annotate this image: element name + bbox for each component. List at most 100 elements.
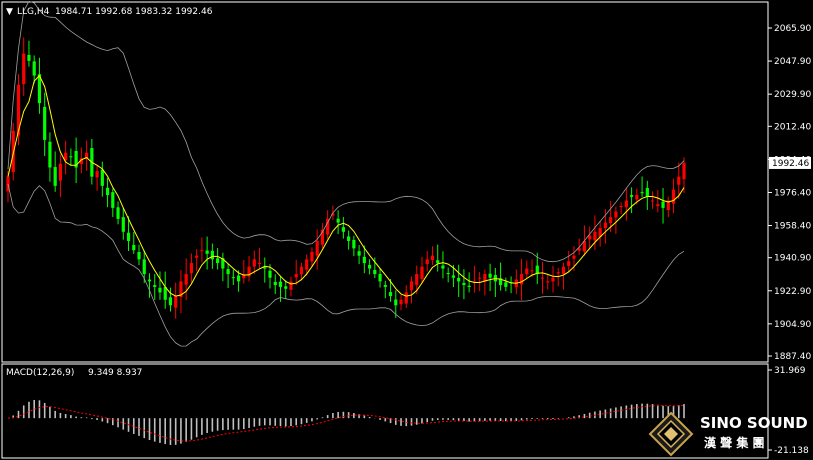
bull-candle <box>551 277 555 282</box>
bull-candle <box>420 266 424 280</box>
bull-candle <box>200 250 204 252</box>
trading-chart: 2065.902047.902029.902012.401994.401976.… <box>1 0 811 459</box>
macd-tick-label: -21.138 <box>774 446 809 456</box>
bull-candle <box>310 251 314 262</box>
bear-candle <box>27 54 31 61</box>
bull-candle <box>546 281 550 283</box>
bear-candle <box>100 169 104 186</box>
current-price-label: 1992.46 <box>772 159 809 169</box>
price-tick-label: 2029.90 <box>774 90 811 100</box>
price-tick-label: 1976.40 <box>774 188 811 198</box>
price-tick-label: 2065.90 <box>774 24 811 34</box>
bear-candle <box>273 281 277 286</box>
bull-candle <box>189 263 194 274</box>
bull-candle <box>635 195 639 200</box>
bear-candle <box>236 275 241 282</box>
bear-candle <box>467 285 471 287</box>
bull-candle <box>22 53 26 85</box>
bear-candle <box>231 277 235 279</box>
bull-candle <box>95 171 99 178</box>
bull-candle <box>671 189 676 204</box>
bull-candle <box>399 299 403 305</box>
bull-candle <box>299 266 304 275</box>
macd-signal-line <box>7 404 685 442</box>
bull-candle <box>525 268 529 275</box>
symbol-dropdown-icon[interactable]: ▼ <box>6 7 13 17</box>
symbol-label: LLG,H4 <box>17 7 50 17</box>
bear-candle <box>142 259 146 275</box>
bear-candle <box>126 232 131 241</box>
bull-candle <box>572 255 576 259</box>
bear-candle <box>645 187 649 197</box>
logo-name: SINO SOUND <box>700 414 808 432</box>
price-tick-label: 1958.40 <box>774 222 811 232</box>
bull-candle <box>289 281 293 290</box>
bull-candle <box>650 200 655 202</box>
bull-candle <box>556 272 560 274</box>
bear-candle <box>205 250 209 254</box>
bull-candle <box>619 206 623 208</box>
bollinger-upper-band <box>7 0 685 263</box>
price-tick-label: 1922.90 <box>774 287 811 297</box>
bear-candle <box>210 250 214 260</box>
bear-candle <box>48 141 52 168</box>
bear-candle <box>278 281 283 287</box>
bear-candle <box>446 273 450 275</box>
macd-plot-area[interactable] <box>7 399 685 445</box>
bull-candle <box>195 255 199 258</box>
bear-candle <box>462 282 466 286</box>
macd-label: MACD(12,26,9) <box>6 368 74 378</box>
bear-candle <box>436 260 440 264</box>
bear-candle <box>69 156 73 158</box>
macd-values: 9.349 8.937 <box>88 368 142 378</box>
bear-candle <box>268 270 272 278</box>
bull-candle <box>326 218 330 235</box>
bear-candle <box>43 106 47 140</box>
bear-candle <box>121 217 125 232</box>
macd-tick-label: 31.969 <box>774 366 806 376</box>
bull-candle <box>677 176 681 185</box>
price-plot-area[interactable] <box>6 0 686 347</box>
ohlc-values: 1984.71 1992.68 1983.32 1992.46 <box>55 7 213 17</box>
bull-candle <box>415 274 419 285</box>
bull-candle <box>430 255 435 261</box>
bear-candle <box>137 252 141 260</box>
logo-chinese: 漢 聲 集 團 <box>704 435 765 450</box>
macd-axis: 31.969 -21.138 <box>768 366 809 456</box>
bear-candle <box>378 273 382 282</box>
bear-candle <box>352 239 356 249</box>
bear-candle <box>388 292 393 297</box>
bear-candle <box>147 279 152 282</box>
bear-candle <box>661 201 665 208</box>
bear-candle <box>158 287 162 293</box>
bear-candle <box>367 264 372 269</box>
bull-candle <box>257 263 262 265</box>
bull-candle <box>593 231 597 241</box>
price-axis: 2065.902047.902029.902012.401994.401976.… <box>768 24 811 362</box>
bull-candle <box>624 200 628 208</box>
bear-candle <box>226 269 230 275</box>
bear-candle <box>105 187 110 196</box>
bull-candle <box>519 274 524 285</box>
bull-candle <box>294 274 298 278</box>
bear-candle <box>132 244 136 251</box>
bear-candle <box>451 275 456 278</box>
bear-candle <box>504 282 508 287</box>
bear-candle <box>383 284 387 287</box>
bear-candle <box>457 277 461 282</box>
bull-candle <box>315 240 319 256</box>
bull-candle <box>425 259 429 265</box>
bear-candle <box>111 192 115 208</box>
bollinger-lower-band <box>7 183 685 347</box>
bear-candle <box>357 251 361 256</box>
bear-candle <box>153 285 157 287</box>
bull-candle <box>478 277 482 279</box>
bull-candle <box>656 204 660 207</box>
bear-candle <box>488 273 492 278</box>
bull-candle <box>174 296 178 308</box>
bear-candle <box>284 286 288 289</box>
bull-candle <box>184 274 188 285</box>
bear-candle <box>336 218 340 223</box>
bear-candle <box>216 258 220 264</box>
bear-candle <box>116 207 120 219</box>
